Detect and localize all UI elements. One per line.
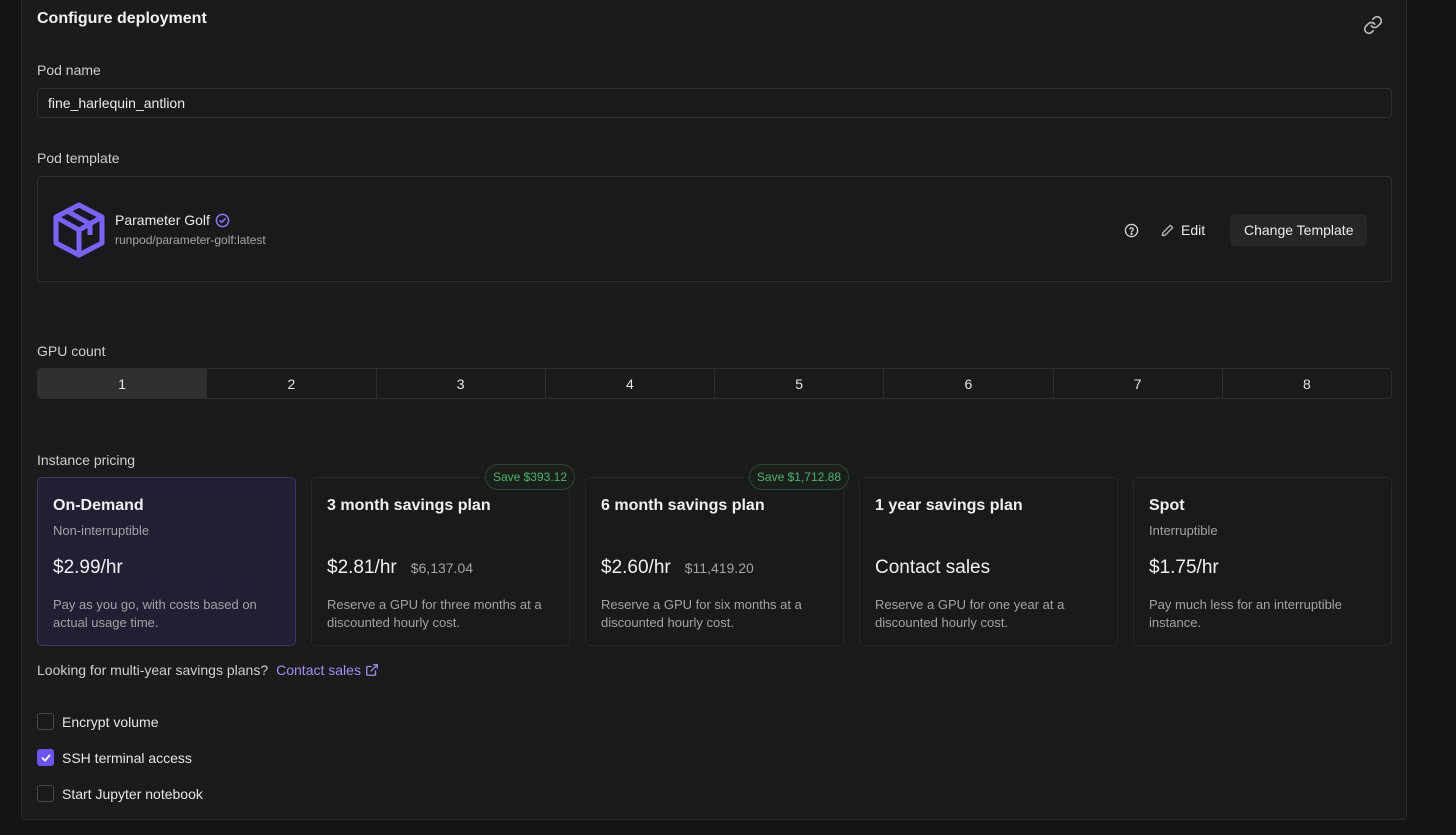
plan-title: 1 year savings plan xyxy=(875,497,1023,514)
plan-title: On-Demand xyxy=(53,497,144,514)
jupyter-option[interactable]: Start Jupyter notebook xyxy=(37,785,203,802)
pod-name-input[interactable] xyxy=(37,88,1392,118)
gpu-count-selector: 1 2 3 4 5 6 7 8 xyxy=(37,368,1392,399)
encrypt-volume-option[interactable]: Encrypt volume xyxy=(37,713,158,730)
encrypt-volume-label: Encrypt volume xyxy=(62,713,159,730)
link-icon xyxy=(1363,15,1383,35)
gpu-count-option-2[interactable]: 2 xyxy=(207,369,377,398)
plan-price-row: $2.60/hr $11,419.20 xyxy=(601,557,754,579)
edit-template-button[interactable]: Edit xyxy=(1160,217,1205,243)
plan-total: $11,419.20 xyxy=(684,560,754,576)
template-help-button[interactable] xyxy=(1123,222,1139,238)
edit-label: Edit xyxy=(1181,222,1206,238)
pricing-card-on-demand[interactable]: On-Demand Non-interruptible $2.99/hr Pay… xyxy=(37,477,296,646)
template-name-text: Parameter Golf xyxy=(115,212,210,228)
encrypt-volume-checkbox[interactable] xyxy=(37,713,54,730)
multi-year-note: Looking for multi-year savings plans? Co… xyxy=(37,662,379,678)
plan-price-row: $2.99/hr xyxy=(53,557,123,579)
pod-template-card: Parameter Golf runpod/parameter-golf:lat… xyxy=(37,176,1392,282)
instance-pricing-label: Instance pricing xyxy=(37,452,136,468)
configure-deployment-panel: Configure deployment Pod name Pod templa… xyxy=(21,0,1407,820)
plan-description: Pay as you go, with costs based on actua… xyxy=(53,597,257,630)
help-circle-icon xyxy=(1124,223,1138,237)
plan-title: 6 month savings plan xyxy=(601,497,765,514)
pricing-card-3-month[interactable]: Save $393.12 3 month savings plan $2.81/… xyxy=(311,464,575,646)
verified-check-icon xyxy=(215,213,230,227)
pricing-card-spot[interactable]: Spot Interruptible $1.75/hr Pay much les… xyxy=(1133,477,1392,646)
gpu-count-option-3[interactable]: 3 xyxy=(376,369,546,398)
gpu-count-option-7[interactable]: 7 xyxy=(1053,369,1223,398)
multi-year-text: Looking for multi-year savings plans? xyxy=(37,662,269,678)
gpu-count-option-1[interactable]: 1 xyxy=(38,369,208,398)
plan-subtitle: Non-interruptible xyxy=(53,523,150,538)
template-name: Parameter Golf xyxy=(115,212,230,228)
contact-sales-label: Contact sales xyxy=(276,662,361,678)
plan-price-row: $1.75/hr xyxy=(1149,557,1219,579)
gpu-count-option-4[interactable]: 4 xyxy=(545,369,715,398)
plan-price: Contact sales xyxy=(875,557,991,578)
plan-price-row: Contact sales xyxy=(875,557,990,579)
template-image-name: runpod/parameter-golf:latest xyxy=(115,233,266,247)
savings-badge: Save $1,712.88 xyxy=(748,464,849,490)
ssh-access-label: SSH terminal access xyxy=(62,749,192,766)
plan-description: Reserve a GPU for six months at a discou… xyxy=(601,597,802,630)
plan-price: $2.81/hr xyxy=(327,557,397,578)
jupyter-checkbox[interactable] xyxy=(37,785,54,802)
jupyter-label: Start Jupyter notebook xyxy=(62,785,203,802)
pod-template-label: Pod template xyxy=(37,150,120,166)
plan-description: Reserve a GPU for three months at a disc… xyxy=(327,597,542,630)
plan-title: 3 month savings plan xyxy=(327,497,491,514)
plan-subtitle: Interruptible xyxy=(1149,523,1218,538)
contact-sales-link[interactable]: Contact sales xyxy=(276,662,379,678)
checkmark-icon xyxy=(41,754,50,761)
pencil-icon xyxy=(1161,224,1174,236)
savings-badge: Save $393.12 xyxy=(484,464,575,490)
change-template-button[interactable]: Change Template xyxy=(1230,214,1368,246)
page-title: Configure deployment xyxy=(37,10,207,27)
pricing-card-1-year[interactable]: 1 year savings plan Contact sales Reserv… xyxy=(859,477,1118,646)
plan-description: Reserve a GPU for one year at a discount… xyxy=(875,597,1065,630)
plan-price: $1.75/hr xyxy=(1149,557,1219,578)
pricing-card-6-month[interactable]: Save $1,712.88 6 month savings plan $2.6… xyxy=(585,464,849,646)
ssh-access-option[interactable]: SSH terminal access xyxy=(37,749,192,766)
plan-total: $6,137.04 xyxy=(410,560,474,576)
plan-description: Pay much less for an interruptible insta… xyxy=(1149,597,1342,630)
external-link-icon xyxy=(366,664,378,676)
plan-price: $2.99/hr xyxy=(53,557,123,578)
ssh-access-checkbox[interactable] xyxy=(37,749,54,766)
plan-title: Spot xyxy=(1149,497,1185,514)
plan-price-row: $2.81/hr $6,137.04 xyxy=(327,557,473,579)
copy-link-button[interactable] xyxy=(1361,13,1385,37)
gpu-count-option-6[interactable]: 6 xyxy=(884,369,1054,398)
pod-name-label: Pod name xyxy=(37,62,101,78)
gpu-count-label: GPU count xyxy=(37,343,106,359)
gpu-count-option-8[interactable]: 8 xyxy=(1222,369,1391,398)
template-cube-logo xyxy=(53,202,105,258)
plan-price: $2.60/hr xyxy=(601,557,671,578)
gpu-count-option-5[interactable]: 5 xyxy=(715,369,885,398)
